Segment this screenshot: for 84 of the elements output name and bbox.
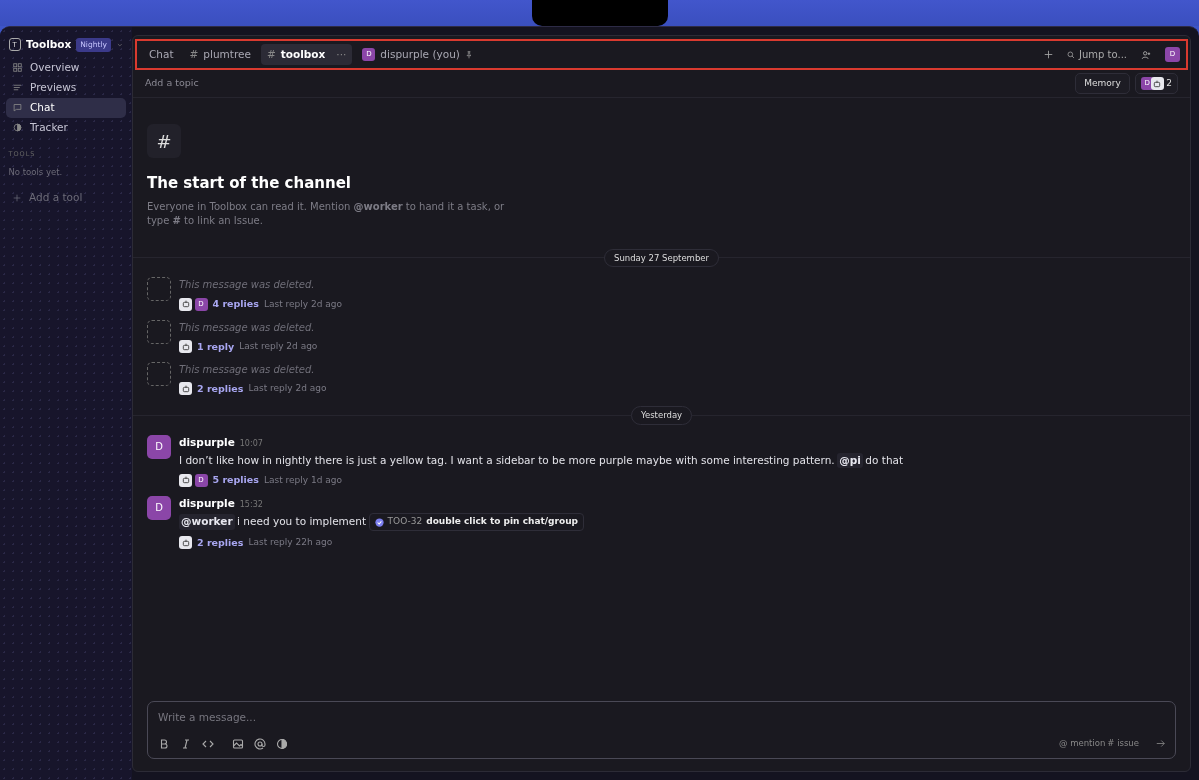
author-name[interactable]: dispurple bbox=[179, 495, 235, 512]
grid-icon bbox=[13, 63, 22, 73]
tab[interactable]: # toolbox ··· bbox=[260, 43, 353, 66]
message-text: i need you to implement bbox=[237, 514, 367, 530]
contrast-icon bbox=[276, 737, 288, 750]
sidebar-item[interactable]: Tracker bbox=[6, 117, 126, 138]
tab-label: toolbox bbox=[280, 46, 326, 62]
message-text: do that bbox=[865, 452, 904, 468]
message-composer[interactable]: Write a message... @ mention # issue bbox=[147, 701, 1176, 759]
bot-avatar bbox=[179, 297, 192, 311]
bot-avatar bbox=[179, 340, 192, 354]
empty-text: No tools yet. bbox=[7, 165, 64, 179]
sidebar-item[interactable]: Previews bbox=[6, 77, 126, 98]
replies-link[interactable]: 4 replies bbox=[212, 297, 259, 312]
bot-avatar bbox=[179, 536, 192, 550]
last-reply-time: Last reply 22h ago bbox=[248, 536, 333, 550]
format-button[interactable] bbox=[158, 737, 170, 750]
tab-label: dispurple (you) bbox=[380, 46, 460, 62]
replies-link[interactable]: 2 replies bbox=[197, 381, 244, 396]
chat-bubble-icon bbox=[13, 103, 22, 113]
user-avatar: D bbox=[147, 434, 171, 459]
replies-link[interactable]: 2 replies bbox=[197, 535, 244, 550]
list-icon bbox=[13, 83, 22, 93]
jump-to-button[interactable]: Jump to... bbox=[1067, 47, 1127, 62]
italic-icon bbox=[180, 737, 192, 750]
add-person-button[interactable] bbox=[1141, 49, 1151, 60]
add-tab-button[interactable] bbox=[1044, 50, 1054, 59]
topic-placeholder[interactable]: Add a topic bbox=[145, 76, 199, 91]
send-button[interactable] bbox=[1156, 739, 1165, 749]
message-time: 10:07 bbox=[239, 437, 263, 450]
arrow-right-icon bbox=[1156, 739, 1165, 749]
deleted-message: This message was deleted. bbox=[179, 320, 316, 335]
format-button[interactable] bbox=[232, 737, 244, 750]
user-avatar: D bbox=[147, 495, 171, 520]
bot-avatar bbox=[179, 473, 192, 487]
plus-icon bbox=[13, 194, 21, 203]
author-name[interactable]: dispurple bbox=[179, 434, 235, 451]
tab[interactable]: # plumtree bbox=[183, 43, 257, 66]
bot-avatar bbox=[179, 382, 192, 396]
format-button[interactable] bbox=[180, 737, 192, 750]
plus-icon bbox=[1044, 50, 1054, 59]
image-icon bbox=[232, 737, 244, 750]
date-divider: Sunday 27 September bbox=[604, 248, 719, 268]
add-person-icon bbox=[1141, 49, 1151, 60]
replies-link[interactable]: 5 replies bbox=[212, 473, 259, 488]
composer-hint: # issue bbox=[1107, 737, 1139, 750]
deleted-message: This message was deleted. bbox=[179, 278, 316, 293]
channel-description: Everyone in Toolbox can read it. Mention @worker to hand it a task, or type # to link an Issue. bbox=[147, 199, 506, 228]
message-text: I don’t like how in nightly there is just a yellow tag. I want a sidebar to be more purple maybe with some interesting pattern. bbox=[179, 452, 835, 468]
date-divider: Yesterday bbox=[630, 406, 693, 425]
search-icon bbox=[1067, 50, 1076, 59]
sidebar-item[interactable]: Overview bbox=[6, 57, 126, 78]
issue-chip[interactable]: TOO-32 double click to pin chat/group bbox=[368, 513, 584, 531]
mention-link[interactable]: @pi bbox=[837, 452, 863, 469]
tab[interactable]: Chat bbox=[143, 43, 180, 66]
last-reply-time: Last reply 2d ago bbox=[248, 382, 327, 396]
last-reply-time: Last reply 2d ago bbox=[239, 339, 318, 353]
avatar-placeholder bbox=[147, 361, 171, 386]
message-input[interactable]: Write a message... bbox=[158, 710, 1165, 726]
format-button[interactable] bbox=[276, 737, 288, 750]
sidebar-item[interactable]: Chat bbox=[6, 97, 126, 118]
mention-link[interactable]: @worker bbox=[179, 514, 235, 530]
tab-label: plumtree bbox=[203, 46, 251, 62]
check-circle-icon bbox=[374, 517, 384, 527]
hash-icon: # bbox=[189, 46, 199, 63]
tab-label: Chat bbox=[149, 46, 174, 62]
format-button[interactable] bbox=[254, 737, 266, 750]
deleted-message: This message was deleted. bbox=[179, 362, 316, 377]
memory-button[interactable]: Memory bbox=[1075, 72, 1130, 95]
avatar-placeholder bbox=[147, 319, 171, 344]
at-sign-icon bbox=[254, 737, 266, 750]
bold-icon bbox=[158, 737, 170, 750]
half-circle-icon bbox=[13, 123, 22, 133]
hash-icon: # bbox=[266, 46, 276, 63]
avatar-placeholder bbox=[147, 277, 171, 302]
workspace-name[interactable]: Toolbox bbox=[25, 37, 72, 53]
composer-hint: @ mention bbox=[1058, 737, 1106, 750]
channel-title: The start of the channel bbox=[147, 173, 352, 194]
hash-icon: # bbox=[147, 124, 181, 158]
message-time: 15:32 bbox=[239, 498, 263, 511]
replies-link[interactable]: 1 reply bbox=[197, 339, 235, 354]
more-icon: ··· bbox=[336, 46, 347, 63]
last-reply-time: Last reply 2d ago bbox=[263, 297, 343, 311]
last-reply-time: Last reply 1d ago bbox=[263, 473, 343, 487]
